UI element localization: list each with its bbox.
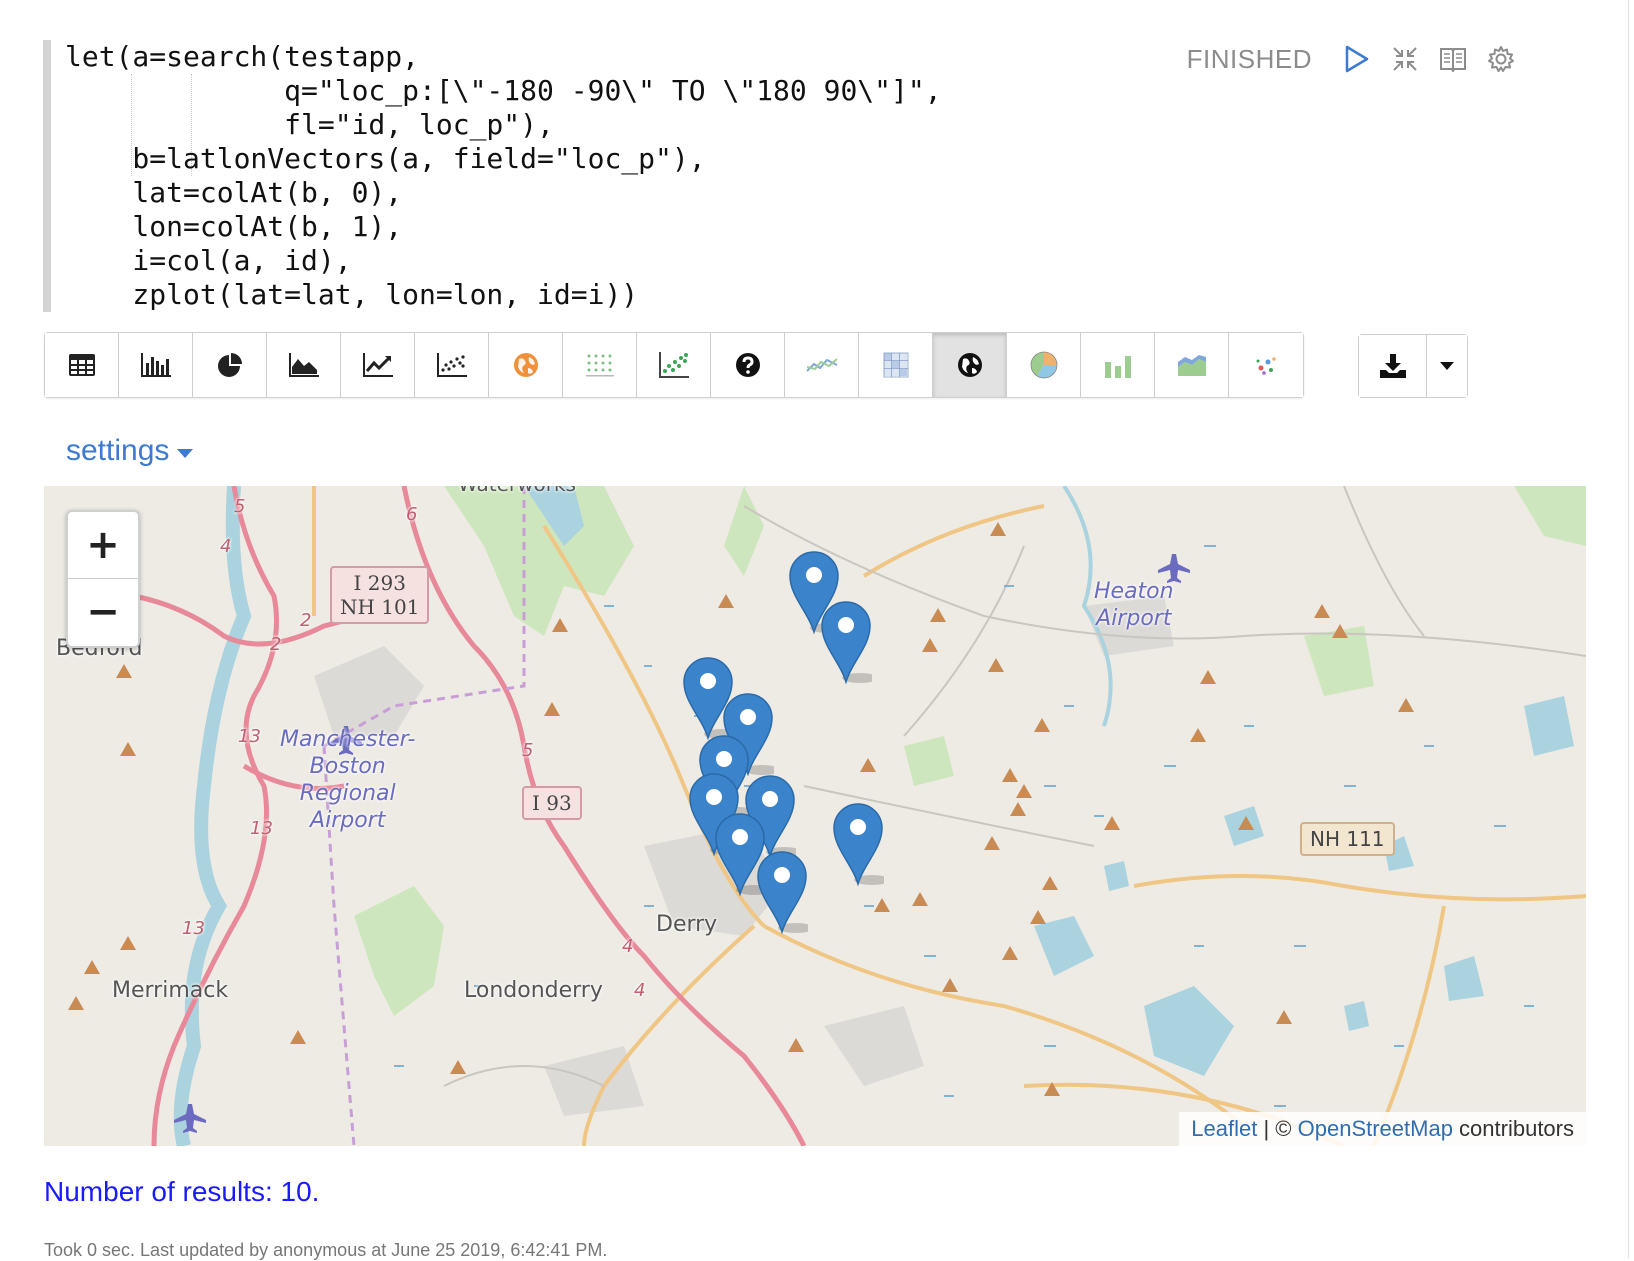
highway-shield-i293: I 293 NH 101	[330, 566, 430, 624]
heatmap-icon	[883, 352, 908, 378]
airport-label-manchester: Manchester- Boston Regional Airport	[280, 727, 416, 833]
dot-grid-button[interactable]	[563, 333, 637, 397]
route-label: 4	[220, 536, 232, 557]
collapse-icon[interactable]	[1388, 42, 1422, 76]
settings-toggle[interactable]: settings	[66, 434, 194, 468]
download-dropdown-button[interactable]	[1427, 335, 1467, 397]
code-editor[interactable]: let(a=search(testapp, q="loc_p:[\"-180 -…	[43, 40, 1251, 312]
multi-line-button[interactable]	[785, 333, 859, 397]
zoom-in-button[interactable]: +	[68, 512, 138, 579]
line-chart-button[interactable]	[341, 333, 415, 397]
pie-chart-icon	[217, 353, 242, 377]
globe-orange-icon	[513, 353, 538, 377]
scatter-chart-button[interactable]	[415, 333, 489, 397]
route-label: 4	[622, 936, 634, 957]
scatter-color-icon	[658, 352, 689, 378]
run-icon[interactable]	[1340, 42, 1374, 76]
zoom-out-button[interactable]: −	[68, 579, 138, 645]
gear-icon[interactable]	[1484, 42, 1518, 76]
zoom-control: + −	[66, 510, 140, 648]
download-icon	[1379, 354, 1406, 378]
help-icon	[735, 353, 760, 377]
bubble-button[interactable]	[1229, 333, 1303, 397]
route-label: 5	[234, 496, 246, 517]
pie-color-icon	[1030, 351, 1057, 379]
airport-label-heaton: Heaton Airport	[1094, 579, 1174, 631]
bubble-icon	[1256, 357, 1276, 375]
osm-link[interactable]: OpenStreetMap	[1298, 1116, 1453, 1141]
leaflet-map[interactable]: 5 6 4 2 2 13 13 13 5 4 4 Waterworks Bedf…	[44, 486, 1586, 1146]
area-color-icon	[1177, 355, 1206, 376]
line-chart-icon	[362, 353, 393, 377]
route-label: 13	[250, 818, 273, 839]
results-count: Number of results: 10.	[44, 1176, 320, 1207]
area-chart-button[interactable]	[267, 333, 341, 397]
route-label: 5	[522, 740, 534, 761]
bar-chart-button[interactable]	[119, 333, 193, 397]
place-label-merrimack: Merrimack	[112, 978, 229, 1003]
scatter-color-button[interactable]	[637, 333, 711, 397]
paragraph-status-bar: FINISHED	[1187, 42, 1518, 76]
area-color-button[interactable]	[1155, 333, 1229, 397]
download-group	[1358, 334, 1468, 398]
dot-grid-icon	[585, 354, 614, 377]
visualization-toolbar	[44, 332, 1304, 398]
route-label: 2	[300, 610, 312, 631]
place-label-derry: Derry	[656, 912, 718, 937]
book-icon[interactable]	[1436, 42, 1470, 76]
status-text: FINISHED	[1186, 43, 1312, 74]
highway-shield-i93: I 93	[522, 786, 582, 820]
heatmap-button[interactable]	[859, 333, 933, 397]
scatter-chart-icon	[436, 353, 467, 377]
attribution-contributors: contributors	[1452, 1116, 1574, 1141]
download-button[interactable]	[1359, 335, 1427, 397]
place-label-waterworks: Waterworks	[458, 486, 576, 496]
map-globe-icon	[957, 353, 982, 377]
caret-down-icon	[1440, 362, 1454, 370]
map-button[interactable]	[933, 333, 1007, 397]
route-label: 6	[406, 504, 418, 525]
place-label-londonderry: Londonderry	[464, 978, 603, 1003]
map-marker[interactable]	[832, 802, 890, 887]
map-marker[interactable]	[820, 600, 878, 685]
settings-label: settings	[66, 434, 170, 467]
bar-color-button[interactable]	[1081, 333, 1155, 397]
paragraph-card: let(a=search(testapp, q="loc_p:[\"-180 -…	[0, 0, 1629, 1260]
route-label: 13	[238, 726, 261, 747]
table-button[interactable]	[45, 333, 119, 397]
leaflet-link[interactable]: Leaflet	[1191, 1116, 1257, 1141]
table-icon	[68, 354, 95, 376]
highway-shield-nh111: NH 111	[1300, 822, 1395, 856]
area-chart-icon	[288, 353, 319, 377]
bar-color-icon	[1104, 356, 1131, 378]
bar-chart-icon	[140, 353, 171, 377]
code-text[interactable]: let(a=search(testapp, q="loc_p:[\"-180 -…	[65, 40, 942, 312]
multi-line-icon	[805, 358, 838, 372]
map-marker[interactable]	[756, 850, 814, 935]
route-label: 4	[634, 980, 646, 1001]
attribution-separator: | ©	[1257, 1116, 1298, 1141]
pie-color-button[interactable]	[1007, 333, 1081, 397]
route-label: 13	[182, 918, 205, 939]
help-button[interactable]	[711, 333, 785, 397]
route-label: 2	[270, 634, 282, 655]
geo-button[interactable]	[489, 333, 563, 397]
caret-down-icon	[177, 448, 194, 458]
pie-chart-button[interactable]	[193, 333, 267, 397]
map-attribution: Leaflet | © OpenStreetMap contributors	[1179, 1112, 1586, 1146]
